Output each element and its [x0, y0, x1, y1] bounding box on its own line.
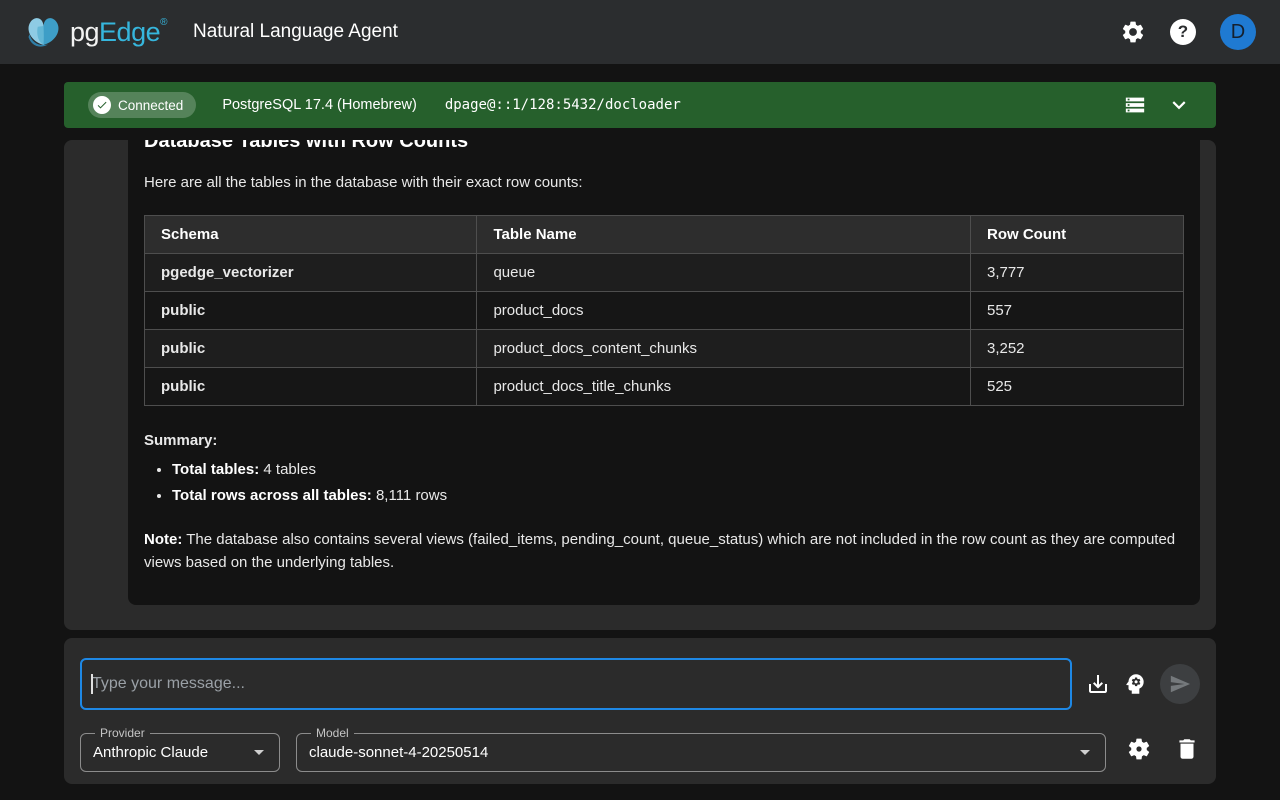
check-circle-icon: [93, 96, 111, 114]
cell-table-name: queue: [477, 254, 971, 292]
model-settings-button[interactable]: [1126, 736, 1152, 762]
collapse-connection-button[interactable]: [1166, 92, 1192, 118]
download-icon: [1086, 672, 1110, 696]
connection-string: dpage@::1/128:5432/docloader: [445, 97, 681, 113]
clear-chat-button[interactable]: [1174, 736, 1200, 762]
provider-select[interactable]: Provider Anthropic Claude: [80, 726, 280, 772]
table-row: public product_docs_title_chunks 525: [145, 368, 1184, 406]
page-title: Natural Language Agent: [193, 21, 398, 43]
bullet-value: 4 tables: [259, 461, 316, 478]
brand-text: pgEdge®: [70, 17, 167, 48]
psychology-icon: [1122, 671, 1148, 697]
model-label: Model: [311, 726, 354, 740]
model-value: claude-sonnet-4-20250514: [309, 744, 488, 761]
server-version-label: PostgreSQL 17.4 (Homebrew): [222, 97, 417, 113]
bullet-label: Total rows across all tables:: [172, 487, 372, 504]
provider-label: Provider: [95, 726, 150, 740]
note-text: The database also contains several views…: [144, 531, 1175, 571]
pgedge-logo: pgEdge®: [24, 14, 167, 50]
message-heading: Database Tables with Row Counts: [144, 140, 1184, 153]
cell-row-count: 3,252: [970, 330, 1183, 368]
column-header-row-count: Row Count: [970, 216, 1183, 254]
composer-input-row: [80, 658, 1200, 710]
cell-table-name: product_docs: [477, 292, 971, 330]
help-icon: ?: [1170, 19, 1196, 45]
list-item: Total tables: 4 tables: [172, 461, 1184, 478]
connection-bar: Connected PostgreSQL 17.4 (Homebrew) dpa…: [64, 82, 1216, 128]
avatar[interactable]: D: [1220, 14, 1256, 50]
download-chat-button[interactable]: [1086, 672, 1110, 696]
help-button[interactable]: ?: [1170, 19, 1196, 45]
pgedge-logo-icon: [24, 14, 64, 50]
cell-schema: public: [145, 330, 477, 368]
brand-edge: Edge: [99, 17, 160, 47]
column-header-schema: Schema: [145, 216, 477, 254]
dropdown-arrow-icon: [1073, 740, 1097, 764]
composer-settings-row: Provider Anthropic Claude Model claude-s…: [80, 726, 1200, 772]
cell-schema: pgedge_vectorizer: [145, 254, 477, 292]
cell-row-count: 3,777: [970, 254, 1183, 292]
list-item: Total rows across all tables: 8,111 rows: [172, 487, 1184, 504]
model-select[interactable]: Model claude-sonnet-4-20250514: [296, 726, 1106, 772]
cell-table-name: product_docs_content_chunks: [477, 330, 971, 368]
message-input-wrap: [80, 658, 1072, 710]
cell-row-count: 525: [970, 368, 1183, 406]
app-header: pgEdge® Natural Language Agent ? D: [0, 0, 1280, 64]
composer-panel: Provider Anthropic Claude Model claude-s…: [64, 638, 1216, 784]
table-row: public product_docs 557: [145, 292, 1184, 330]
row-counts-table: Schema Table Name Row Count pgedge_vecto…: [144, 215, 1184, 406]
gear-icon: [1126, 736, 1152, 762]
brand-registered-mark: ®: [160, 17, 167, 28]
table-row: pgedge_vectorizer queue 3,777: [145, 254, 1184, 292]
table-row: public product_docs_content_chunks 3,252: [145, 330, 1184, 368]
summary-list: Total tables: 4 tables Total rows across…: [144, 461, 1184, 504]
reasoning-toggle-button[interactable]: [1122, 671, 1148, 697]
storage-icon: [1124, 94, 1146, 116]
settings-button[interactable]: [1120, 19, 1146, 45]
cell-row-count: 557: [970, 292, 1183, 330]
provider-value: Anthropic Claude: [93, 744, 208, 761]
bullet-value: 8,111 rows: [372, 487, 447, 504]
database-list-button[interactable]: [1124, 94, 1146, 116]
cell-table-name: product_docs_title_chunks: [477, 368, 971, 406]
connection-actions: [1124, 92, 1192, 118]
assistant-message-card: Database Tables with Row Counts Here are…: [128, 140, 1200, 605]
note-label: Note:: [144, 531, 182, 548]
text-caret: [91, 674, 93, 694]
status-label: Connected: [118, 98, 183, 113]
brand-pg: pg: [70, 17, 99, 47]
send-icon: [1169, 673, 1191, 695]
trash-icon: [1174, 736, 1200, 762]
summary-heading: Summary:: [144, 432, 1184, 449]
bullet-label: Total tables:: [172, 461, 259, 478]
chat-scroll-area[interactable]: Database Tables with Row Counts Here are…: [64, 140, 1216, 630]
dropdown-arrow-icon: [247, 740, 271, 764]
message-intro: Here are all the tables in the database …: [144, 174, 1184, 191]
header-actions: ? D: [1120, 14, 1256, 50]
chevron-down-icon: [1166, 92, 1192, 118]
status-badge: Connected: [88, 92, 196, 118]
cell-schema: public: [145, 292, 477, 330]
gear-icon: [1120, 19, 1146, 45]
send-button[interactable]: [1160, 664, 1200, 704]
table-header-row: Schema Table Name Row Count: [145, 216, 1184, 254]
cell-schema: public: [145, 368, 477, 406]
column-header-table-name: Table Name: [477, 216, 971, 254]
note-paragraph: Note: The database also contains several…: [144, 528, 1184, 575]
message-input[interactable]: [80, 658, 1072, 710]
